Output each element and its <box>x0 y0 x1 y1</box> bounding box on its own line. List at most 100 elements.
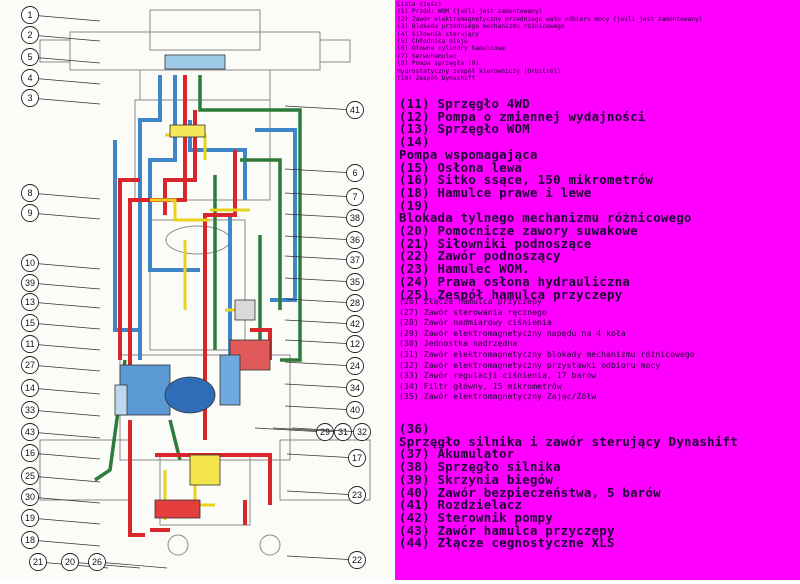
callout-leader-line <box>29 77 101 85</box>
legend-item: (35) Zawór elektromagnetyczny Zając/Żółw <box>399 391 597 402</box>
callout-22: 22 <box>286 551 366 569</box>
callout-43: 43 <box>21 423 101 441</box>
callout-leader-line <box>286 453 358 459</box>
callout-number: 12 <box>350 339 360 349</box>
diagram-svg: 1254389103913151127143343162530191821 20 2… <box>21 6 371 571</box>
callout-number: 36 <box>350 235 360 245</box>
callout-number: 13 <box>25 297 35 307</box>
legend-item: (4) Siłownik sterujący <box>397 30 479 38</box>
legend-medium-list: (26) Złącze hamulca przyczepy (27) Zawór … <box>399 296 695 402</box>
callout-18: 18 <box>21 531 101 549</box>
callout-leader-line <box>29 364 101 372</box>
callout-25: 25 <box>21 467 101 485</box>
legend-item: Hydrostatyczny zespół kierowniczy (Orbit… <box>397 67 561 75</box>
legend-small-list: Lista części (1) Przód: WOM (jeśli jest z… <box>397 1 702 82</box>
legend-item: (23) Hamulec WOM. <box>399 262 530 277</box>
legend-item: (1) Przód: WOM (jeśli jest zamontowany) <box>397 8 543 16</box>
callout-number: 25 <box>25 471 35 481</box>
legend-item: (8) Pompa sprzęgła (9) <box>397 60 479 68</box>
legend-item: (10) Zespół Dynashift <box>397 75 476 83</box>
callout-number: 15 <box>25 318 35 328</box>
callout-19: 19 <box>21 509 101 527</box>
callout-leader-line <box>29 14 101 22</box>
callout-2: 2 <box>21 26 101 44</box>
callout-leader-line <box>29 409 101 417</box>
hydraulic-diagram: 1 2 5 4 3 8 9 10 39 13 15 11 27 14 33 43 16 25 30 19 18 21 20 2… <box>0 0 395 580</box>
callout-number: 2 <box>27 30 32 40</box>
callout-31: 31 <box>272 423 352 441</box>
legend-item: (27) Zawór sterowania ręcznego <box>399 306 547 317</box>
callout-number: 24 <box>350 361 360 371</box>
callout-23: 23 <box>286 486 366 504</box>
callout-leader-line <box>29 322 101 330</box>
callout-33: 33 <box>21 401 101 419</box>
callout-number: 21 <box>33 557 43 567</box>
callout-42: 42 <box>284 315 364 333</box>
callout-1: 1 <box>21 6 101 24</box>
legend-item: (13) Sprzęgło WOM <box>399 122 530 137</box>
callout-number: 5 <box>27 52 32 62</box>
legend-item: (28) Zawór nadmiarowy ciśnienia <box>399 317 552 328</box>
callout-leader-line <box>284 339 356 345</box>
callout-leader-line <box>29 301 101 309</box>
callout-26: 26 <box>88 553 168 571</box>
callout-number: 18 <box>25 535 35 545</box>
legend-item: (7) Serwohamulec <box>397 52 457 60</box>
callout-leader-line <box>29 97 101 105</box>
callout-number: 34 <box>350 383 360 393</box>
callout-number: 42 <box>350 319 360 329</box>
callout-number: 1 <box>27 10 32 20</box>
callout-number: 19 <box>25 513 35 523</box>
callout-leader-line <box>284 383 356 389</box>
callout-number: 33 <box>25 405 35 415</box>
callout-number: 20 <box>65 557 75 567</box>
legend-item: (18) Hamulce prawe i lewe <box>399 185 592 200</box>
legend-item: (32) Zawór elektromagnetyczny przystawki… <box>399 359 661 370</box>
callout-number: 6 <box>352 168 357 178</box>
callout-8: 8 <box>21 184 101 202</box>
legend-item: (14) <box>399 135 430 150</box>
callout-number: 7 <box>352 192 357 202</box>
callout-number: 9 <box>27 208 32 218</box>
callout-leader-line <box>284 319 356 325</box>
callout-number: 39 <box>25 278 35 288</box>
callout-number: 32 <box>357 427 367 437</box>
legend-item: (38) Sprzęgło silnika <box>399 460 561 475</box>
legend-item: Pompa wspomagająca <box>399 147 538 162</box>
callout-number: 3 <box>27 93 32 103</box>
legend-item: (42) Sterownik pompy <box>399 510 554 525</box>
callout-number: 27 <box>25 360 35 370</box>
callout-leader-line <box>29 212 101 220</box>
legend-item: (6) Główne cylindry hamulcowe <box>397 45 506 53</box>
callout-4: 4 <box>21 69 101 87</box>
callout-leader-line <box>29 387 101 395</box>
callout-leader-line <box>29 517 101 525</box>
callout-number: 17 <box>352 453 362 463</box>
callout-number: 10 <box>25 258 35 268</box>
callout-27: 27 <box>21 356 101 374</box>
callout-39: 39 <box>21 274 101 292</box>
legend-item: (44) Złącze cegnostyczne XLS <box>399 536 615 551</box>
callout-leader-line <box>284 405 356 411</box>
legend-item: (3) Blokada przedniego mechanizmu różnic… <box>397 23 565 31</box>
callout-number: 41 <box>350 105 360 115</box>
callout-13: 13 <box>21 293 101 311</box>
callout-40: 40 <box>284 401 364 419</box>
callout-number: 28 <box>350 298 360 308</box>
callout-number: 40 <box>350 405 360 415</box>
callout-16: 16 <box>21 444 101 462</box>
legend-item: (31) Zawór elektromagnetyczny blokady me… <box>399 348 695 359</box>
parts-legend: Lista części (1) Przód: WOM (jeśli jest z… <box>395 0 800 580</box>
legend-item: (39) Skrzynia biegów <box>399 472 554 487</box>
callout-17: 17 <box>286 449 366 467</box>
callout-number: 30 <box>25 492 35 502</box>
legend-item: (36) <box>399 422 430 436</box>
callout-leader-line <box>29 343 101 351</box>
callout-30: 30 <box>21 488 101 506</box>
callout-number: 16 <box>25 448 35 458</box>
callout-number: 29 <box>320 427 330 437</box>
callout-number: 31 <box>338 427 348 437</box>
callout-leader-line <box>29 282 101 290</box>
page: 1 2 5 4 3 8 9 10 39 13 15 11 27 14 33 43 16 25 30 19 18 21 20 2… <box>0 0 800 580</box>
callout-leader-line <box>29 262 101 270</box>
